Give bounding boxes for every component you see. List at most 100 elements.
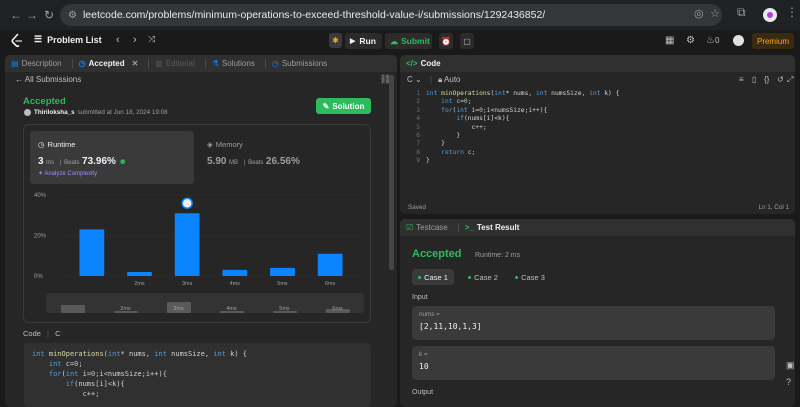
tab-submissions[interactable]: ◷ Submissions: [272, 59, 327, 68]
x-tick-label: 4ms: [230, 281, 241, 287]
case-3-tab[interactable]: Case 3: [510, 269, 550, 285]
submit-button[interactable]: ☁ Submit: [385, 33, 432, 49]
line-number: 5: [416, 123, 420, 131]
extensions-icon[interactable]: ⧉: [737, 5, 746, 20]
tab-code[interactable]: </> Code: [406, 59, 441, 68]
user-avatar[interactable]: [733, 35, 744, 46]
bar[interactable]: [317, 253, 343, 276]
bar[interactable]: [79, 229, 105, 276]
author-avatar[interactable]: [24, 109, 31, 116]
chart-range-scrubber[interactable]: 2ms 3ms 4ms 5ms 6ms: [46, 293, 364, 313]
braces-icon[interactable]: {}: [764, 75, 769, 84]
layout-icon[interactable]: ▦: [665, 35, 674, 46]
output-label: Output: [412, 389, 434, 396]
auto-mode-toggle[interactable]: 🔒︎ Auto: [438, 75, 461, 85]
author-name[interactable]: Thiriloksha_s: [34, 109, 75, 116]
nums-label: nums =: [419, 311, 440, 318]
run-button[interactable]: ▶ Run: [345, 33, 382, 49]
profile-avatar[interactable]: [763, 8, 777, 22]
code-line: int minOperations(int* nums, int numsSiz…: [32, 350, 248, 358]
note-button[interactable]: ▢: [460, 33, 474, 49]
code-line: for(int i=0;i<numsSize;i++){: [441, 106, 548, 114]
solution-button[interactable]: ✎ Solution: [316, 98, 371, 114]
nums-input-box[interactable]: nums = [2,11,10,1,3]: [412, 306, 775, 340]
memory-value[interactable]: 5.90 MB | Beats 26.56%: [207, 156, 300, 167]
runtime-beats: 73.96%: [82, 156, 116, 167]
problem-list-button[interactable]: ☰ Problem List: [34, 34, 102, 45]
prev-problem-icon[interactable]: ‹: [116, 34, 120, 46]
tab-testcase[interactable]: ☑ Testcase: [406, 223, 448, 232]
editor-source: int minOperations(int* nums, int numsSiz…: [426, 90, 619, 166]
reload-icon[interactable]: ↻: [39, 5, 59, 25]
test-tabs: ☑ Testcase >_ Test Result: [400, 219, 795, 236]
submitted-time: submitted at Jun 18, 2024 19:08: [77, 109, 168, 116]
x-tick-label: 3ms: [182, 281, 193, 287]
streak-fire-icon[interactable]: ♨: [706, 35, 715, 46]
test-runtime: Runtime: 2 ms: [475, 252, 521, 259]
bar[interactable]: [174, 213, 200, 276]
all-submissions-link[interactable]: ← All Submissions: [15, 75, 81, 84]
tab-solutions[interactable]: ⚗ Solutions: [212, 59, 255, 68]
flask-icon: ⚗: [211, 59, 219, 68]
line-number: 4: [416, 115, 420, 123]
reset-icon[interactable]: ↺: [777, 75, 784, 84]
scrubber-label: 5ms: [279, 306, 290, 312]
screenshot-icon[interactable]: ▣: [786, 360, 798, 371]
memory-label-text: Memory: [215, 140, 243, 149]
premium-button[interactable]: Premium: [752, 33, 794, 49]
analyze-complexity-link[interactable]: ✦ Analyze Complexity: [38, 170, 97, 177]
submit-label: Submit: [401, 36, 430, 46]
code-editor[interactable]: 123456789 int minOperations(int* nums, i…: [400, 90, 795, 200]
runtime-value: 3 ms | Beats 73.96% ☻: [38, 156, 127, 167]
left-scrollbar[interactable]: [389, 75, 394, 270]
code-header: Code | C: [23, 329, 61, 338]
menu-icon[interactable]: ⋮: [786, 5, 798, 19]
history-icon: ◷: [271, 59, 279, 68]
your-submission-marker[interactable]: [181, 197, 193, 209]
case-1-tab[interactable]: Case 1: [412, 269, 454, 285]
tab-divider: [71, 59, 73, 68]
shuffle-icon[interactable]: ⤨: [148, 34, 155, 45]
scrubber-label: 2ms: [120, 306, 131, 312]
test-status: Accepted: [412, 248, 462, 260]
line-number: 9: [416, 157, 420, 165]
tab-editorial[interactable]: ▥ Editorial: [155, 59, 194, 68]
eye-off-icon[interactable]: ◎: [694, 7, 704, 20]
memory-beats-label: Beats: [248, 160, 264, 166]
format-icon[interactable]: ≡: [739, 75, 744, 84]
memory-unit: MB: [228, 160, 238, 166]
tab-test-result[interactable]: >_ Test Result: [465, 223, 520, 232]
scrubber-label: 6ms: [332, 306, 343, 312]
debug-button[interactable]: ✱: [329, 33, 342, 48]
tab-description[interactable]: ▤ Description: [11, 59, 62, 68]
bar[interactable]: [270, 267, 295, 276]
address-bar[interactable]: ⚙ leetcode.com/problems/minimum-operatio…: [60, 4, 722, 26]
code-line: int c=0;: [441, 98, 472, 106]
tab-accepted[interactable]: ◷ Accepted ✕: [79, 59, 139, 68]
site-info-icon[interactable]: ⚙: [68, 10, 77, 21]
bookmark-icon[interactable]: ▯: [752, 75, 756, 84]
close-icon[interactable]: ✕: [132, 59, 139, 68]
next-problem-icon[interactable]: ›: [133, 34, 137, 46]
line-number: 8: [416, 148, 420, 156]
tab-label: Test Result: [476, 223, 520, 232]
settings-icon[interactable]: ⚙: [686, 35, 695, 46]
bar[interactable]: [222, 269, 248, 276]
alarm-button[interactable]: ⏰: [439, 33, 453, 49]
code-line: if(nums[i]<k){: [456, 115, 510, 123]
pass-dot-icon: [418, 275, 422, 279]
runtime-label-text: Runtime: [47, 140, 76, 149]
code-line: if(nums[i]<k){: [65, 380, 125, 388]
k-input-box[interactable]: k = 10: [412, 346, 775, 380]
submitted-code[interactable]: int minOperations(int* nums, int numsSiz…: [24, 343, 371, 407]
checkbox-icon: ☑: [406, 223, 414, 232]
case-2-tab[interactable]: Case 2: [463, 269, 503, 285]
help-icon[interactable]: ?: [786, 377, 798, 387]
language-select[interactable]: C ⌄: [407, 75, 422, 84]
bar[interactable]: [127, 271, 152, 276]
expand-icon[interactable]: ⤢: [787, 75, 793, 85]
code-editor-panel: </> Code C ⌄ | 🔒︎ Auto ≡ ▯ {} ↺ ⤢ 1234567…: [400, 55, 795, 214]
code-line: int minOperations(int* nums, int numsSiz…: [426, 90, 620, 97]
star-icon[interactable]: ☆: [710, 7, 720, 20]
leetcode-logo-icon[interactable]: [10, 33, 24, 48]
